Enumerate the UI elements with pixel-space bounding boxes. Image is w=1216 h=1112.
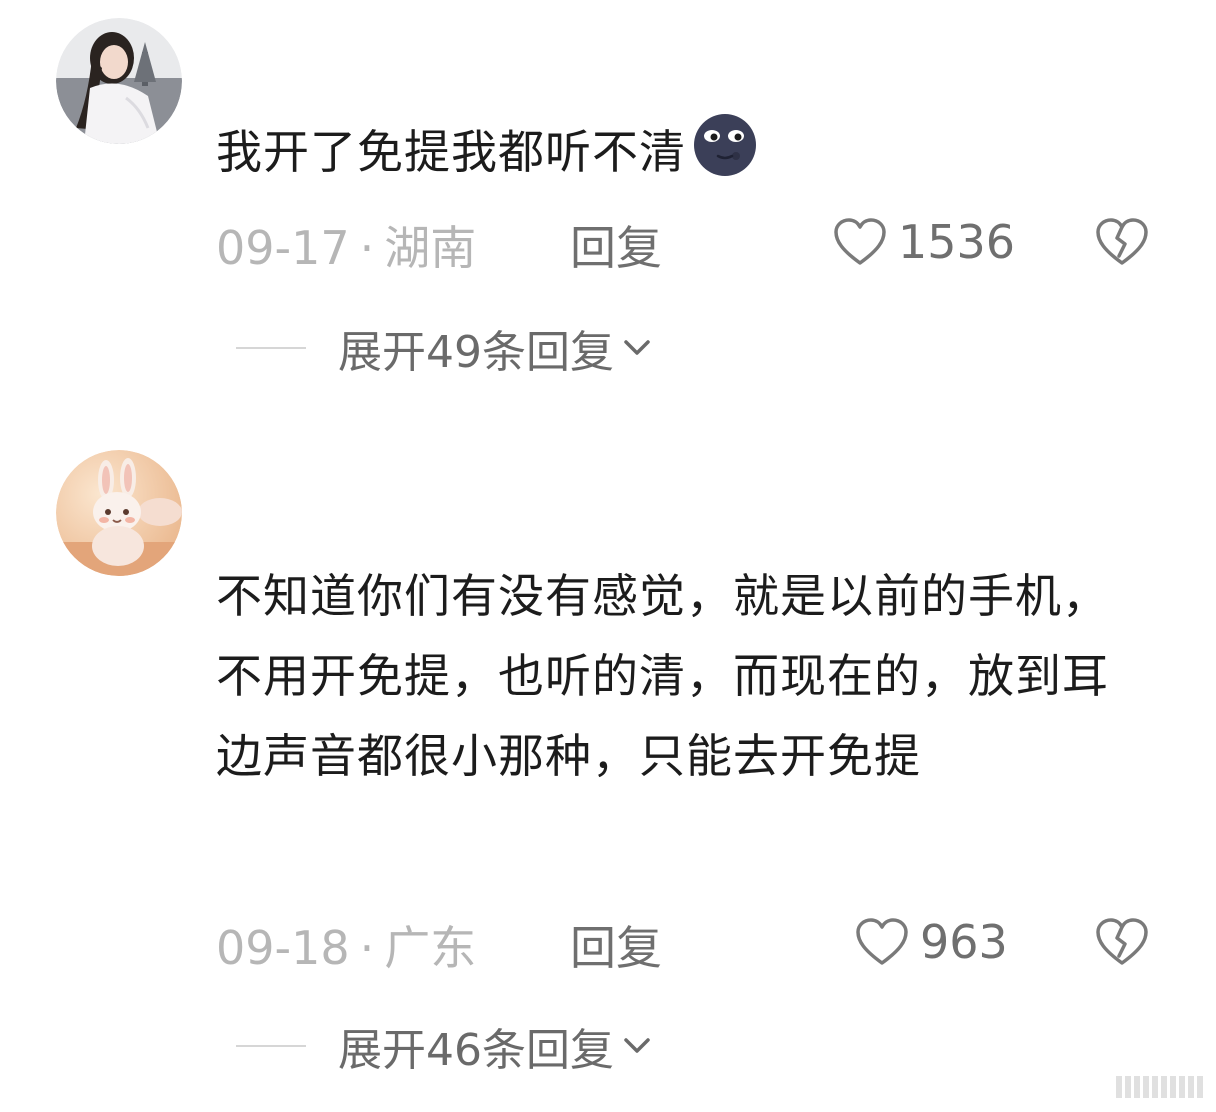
comment-meta: 09-17 · 湖南 回复 1536 [216, 212, 1216, 275]
heart-outline-icon [834, 218, 886, 265]
comment-meta: 09-18 · 广东 回复 963 [216, 912, 1216, 975]
like-button[interactable]: 963 [854, 914, 1008, 970]
user-avatar[interactable] [56, 18, 182, 144]
expand-replies-button[interactable]: 展开46条回复 [236, 1016, 652, 1076]
broken-heart-icon[interactable] [1094, 916, 1150, 968]
reply-button[interactable]: 回复 [570, 212, 662, 278]
comment-item: 不知道你们有没有感觉，就是以前的手机，不用开免提，也听的清，而现在的，放到耳边声… [0, 440, 1216, 1112]
comment-date-location: 09-18 · 广东 [216, 921, 477, 975]
divider-line [236, 347, 306, 349]
broken-heart-icon[interactable] [1094, 216, 1150, 268]
comment-text: 我开了免提我都听不清 [216, 112, 1176, 192]
expand-replies-button[interactable]: 展开49条回复 [236, 318, 652, 378]
chevron-down-icon [624, 1038, 650, 1053]
moon-face-emoji [694, 114, 756, 176]
user-avatar[interactable] [56, 450, 182, 576]
like-button[interactable]: 1536 [832, 214, 1015, 270]
like-count: 1536 [898, 215, 1016, 269]
divider-line [236, 1045, 306, 1047]
chevron-down-icon [624, 340, 650, 355]
reply-button[interactable]: 回复 [570, 912, 662, 978]
comment-text: 不知道你们有没有感觉，就是以前的手机，不用开免提，也听的清，而现在的，放到耳边声… [216, 569, 1109, 783]
expand-replies-label: 展开46条回复 [338, 1025, 614, 1076]
like-count: 963 [920, 915, 1008, 969]
heart-outline-icon [856, 918, 908, 965]
comment-item: 我开了免提我都听不清 09-17 · 湖南 回复 1536 展开49条回复 [0, 0, 1216, 400]
expand-replies-label: 展开49条回复 [338, 327, 614, 378]
comment-date-location: 09-17 · 湖南 [216, 221, 477, 275]
watermark [1116, 1076, 1206, 1098]
